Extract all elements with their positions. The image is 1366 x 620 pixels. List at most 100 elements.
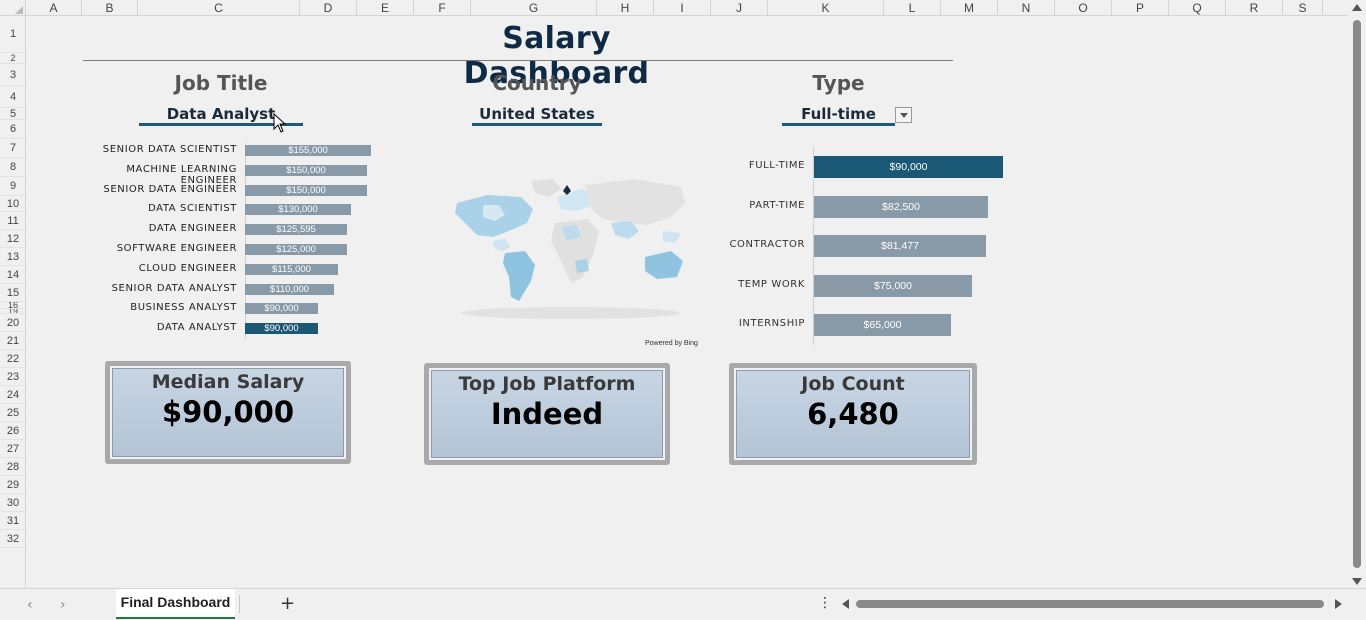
column-header-f[interactable]: F [414,0,471,16]
column-header-m[interactable]: M [941,0,998,16]
job-count-card: Job Count 6,480 [729,363,977,465]
job-count-value: 6,480 [807,397,899,431]
row-header-26[interactable]: 26 [0,422,26,440]
column-header-h[interactable]: H [597,0,654,16]
job-count-title: Job Count [801,373,905,395]
vertical-scroll-thumb[interactable] [1353,20,1361,568]
column-header-g[interactable]: G [471,0,597,16]
column-header-bar: ABCDEFGHIJKLMNOPQRS [0,0,1348,16]
type-chart-category-label: CONTRACTOR [729,239,805,251]
job-chart-value-label: $130,000 [278,204,318,216]
sheet-tab-bar: ‹ › Final Dashboard + ⋮ [0,588,1366,620]
job-chart-value-label: $150,000 [286,184,326,196]
horizontal-scroll-thumb[interactable] [856,600,1324,608]
column-header-j[interactable]: J [711,0,768,16]
column-header-a[interactable]: A [26,0,82,16]
job-chart-value-label: $90,000 [264,303,299,315]
column-header-b[interactable]: B [82,0,138,16]
type-dropdown-arrow-icon[interactable] [895,107,912,123]
scroll-right-arrow-icon[interactable] [1335,599,1342,609]
row-header-31[interactable]: 31 [0,512,26,530]
column-header-r[interactable]: R [1226,0,1283,16]
row-header-25[interactable]: 25 [0,404,26,422]
row-header-29[interactable]: 29 [0,476,26,494]
column-header-d[interactable]: D [300,0,357,16]
row-header-9[interactable]: 9 [0,177,26,196]
row-header-10[interactable]: 10 [0,196,26,212]
row-header-2[interactable]: 2 [0,53,26,64]
prev-sheet-icon[interactable]: ‹ [27,597,33,613]
job-chart-category-label: SENIOR DATA ENGINEER [103,183,237,195]
row-header-6[interactable]: 6 [0,120,26,139]
row-header-12[interactable]: 12 [0,230,26,248]
row-header-4[interactable]: 4 [0,86,26,108]
type-underline [782,123,895,126]
column-header-q[interactable]: Q [1169,0,1226,16]
row-header-14[interactable]: 14 [0,266,26,284]
type-chart-value-label: $65,000 [863,319,902,332]
row-header-27[interactable]: 27 [0,440,26,458]
next-sheet-icon[interactable]: › [60,597,66,613]
column-header-n[interactable]: N [998,0,1055,16]
row-header-1[interactable]: 1 [0,16,26,53]
row-header-21[interactable]: 21 [0,332,26,350]
job-chart-value-label: $90,000 [264,323,299,335]
row-header-5[interactable]: 5 [0,108,26,120]
map-south-america [503,251,535,301]
column-header-e[interactable]: E [357,0,414,16]
scroll-left-arrow-icon[interactable] [842,599,849,609]
row-header-24[interactable]: 24 [0,386,26,404]
job-chart-value-label: $125,000 [276,244,316,255]
row-header-11[interactable]: 11 [0,212,26,230]
country-dropdown[interactable]: United States [472,105,602,123]
country-underline [472,123,602,126]
row-header-22[interactable]: 22 [0,350,26,368]
type-chart-category-label: TEMP WORK [738,278,805,290]
more-options-icon[interactable]: ⋮ [818,595,832,611]
map-antarctica [460,307,680,319]
row-header-16[interactable]: 16 [0,302,26,309]
worksheet-grid[interactable]: Salary Dashboard Job Title Data Analyst … [27,17,1348,588]
top-platform-card: Top Job Platform Indeed [424,363,670,465]
row-header-23[interactable]: 23 [0,368,26,386]
row-header-32[interactable]: 32 [0,530,26,548]
job-type-salary-chart: FULL-TIME $90,000 PART-TIME $82,500 CONTRACT… [727,147,1027,347]
median-salary-title: Median Salary [151,371,305,393]
vertical-scrollbar[interactable] [1348,0,1366,590]
row-header-bar: 1 2 3 4 5 6 7 8 9 10 11 12 13 14 15 16 19 20 21 22 23 24 25 26 2… [0,16,26,588]
row-header-8[interactable]: 8 [0,158,26,177]
job-chart-category-label: DATA ENGINEER [148,223,237,235]
scroll-down-arrow-icon[interactable] [1352,578,1362,585]
sheet-tab-final-dashboard[interactable]: Final Dashboard [116,589,235,619]
job-chart-category-label: SENIOR DATA ANALYST [111,282,237,294]
job-chart-value-label: $115,000 [272,263,311,275]
column-header-o[interactable]: O [1055,0,1112,16]
select-all-corner[interactable] [0,0,26,16]
column-header-l[interactable]: L [884,0,941,16]
column-header-k[interactable]: K [768,0,884,16]
median-salary-value: $90,000 [161,395,295,429]
type-dropdown[interactable]: Full-time [782,105,895,123]
scroll-up-arrow-icon[interactable] [1352,4,1362,11]
row-header-13[interactable]: 13 [0,248,26,266]
tab-separator [239,595,240,613]
type-chart-category-label: PART-TIME [749,199,805,211]
row-header-30[interactable]: 30 [0,494,26,512]
column-header-i[interactable]: I [654,0,711,16]
row-header-3[interactable]: 3 [0,64,26,86]
row-header-20[interactable]: 20 [0,314,26,332]
add-sheet-button[interactable]: + [280,593,295,614]
map-central-america [493,239,511,251]
column-header-s[interactable]: S [1283,0,1323,16]
column-header-p[interactable]: P [1112,0,1169,16]
row-header-15[interactable]: 15 [0,284,26,302]
column-header-c[interactable]: C [138,0,300,16]
row-header-7[interactable]: 7 [0,139,26,158]
map-australia [645,251,683,279]
top-platform-value: Indeed [490,397,604,431]
row-header-28[interactable]: 28 [0,458,26,476]
job-chart-category-label: SOFTWARE ENGINEER [116,243,237,254]
top-platform-title: Top Job Platform [458,373,636,395]
mouse-cursor-icon [273,113,287,133]
job-chart-value-label: $125,595 [276,224,316,236]
